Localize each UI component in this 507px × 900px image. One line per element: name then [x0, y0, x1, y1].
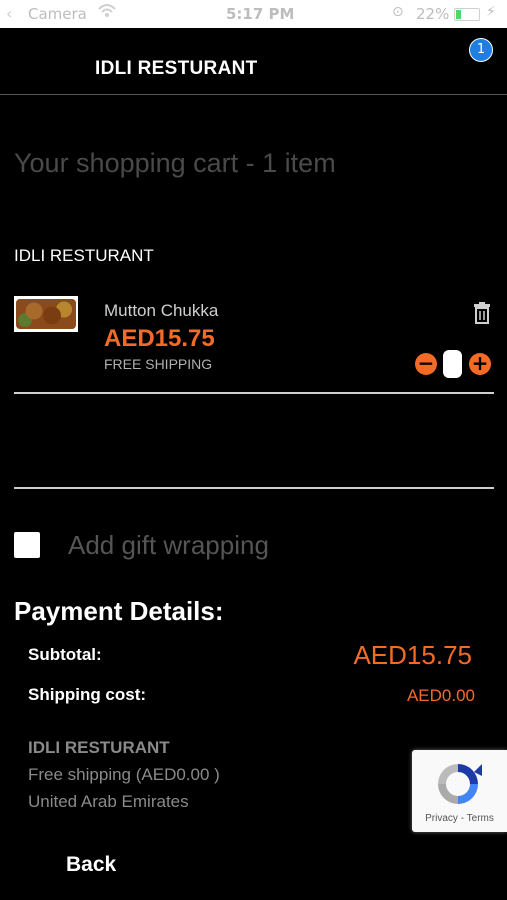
item-thumbnail[interactable] [14, 296, 78, 332]
shipping-cost-value: AED0.00 [406, 686, 475, 705]
cart-heading: Your shopping cart - 1 item [14, 148, 336, 178]
divider [14, 487, 494, 489]
trash-icon[interactable] [472, 302, 492, 324]
quantity-increase-button[interactable]: + [469, 353, 491, 375]
shipping-cost-label: Shipping cost: [28, 685, 147, 704]
alarm-icon: ⊙ [392, 4, 404, 20]
status-bar: ‹ Camera 5:17 PM ⊙ 22% ⚡ [0, 0, 507, 28]
summary-country: United Arab Emirates [28, 792, 189, 811]
summary-shipping-method: Free shipping (AED0.00 ) [28, 765, 220, 784]
cart-store-name: IDLI RESTURANT [14, 246, 154, 265]
subtotal-value: AED15.75 [353, 640, 472, 670]
item-price: AED15.75 [104, 325, 215, 352]
app-header: IDLI RESTURANT 1 [0, 28, 507, 95]
recaptcha-badge[interactable]: Privacy - Terms [412, 750, 507, 832]
divider [14, 392, 494, 394]
item-shipping: FREE SHIPPING [104, 356, 213, 372]
item-name[interactable]: Mutton Chukka [104, 301, 218, 321]
quantity-input[interactable] [443, 350, 462, 378]
battery-percent: 22% [416, 5, 450, 23]
summary-store-name: IDLI RESTURANT [28, 738, 170, 757]
wifi-icon [98, 2, 116, 24]
clock-time: 5:17 PM [226, 5, 295, 23]
quantity-decrease-button[interactable]: − [415, 353, 437, 375]
cart-count-badge[interactable]: 1 [469, 38, 493, 62]
back-to-app-icon[interactable]: ‹ [6, 4, 12, 23]
gift-wrapping-label[interactable]: Add gift wrapping [68, 530, 269, 561]
payment-details-title: Payment Details: [14, 596, 224, 626]
gift-wrapping-checkbox[interactable] [14, 532, 40, 558]
dish-image [16, 299, 76, 329]
charging-icon: ⚡ [486, 4, 496, 20]
carrier-label: Camera [28, 5, 87, 23]
recaptcha-links[interactable]: Privacy - Terms [412, 813, 507, 824]
recaptcha-icon [438, 764, 482, 804]
back-button[interactable]: Back [66, 853, 116, 877]
restaurant-title: IDLI RESTURANT [95, 58, 258, 79]
subtotal-label: Subtotal: [28, 645, 102, 664]
battery-icon [454, 8, 480, 21]
